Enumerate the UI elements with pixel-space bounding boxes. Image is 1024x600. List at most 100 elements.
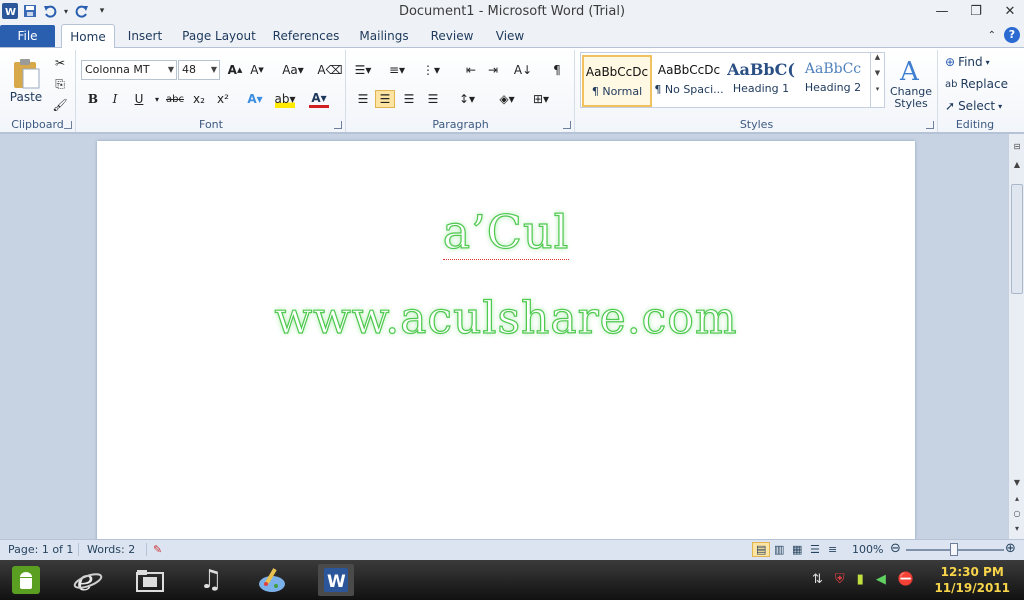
- word-count[interactable]: Words: 2: [78, 543, 135, 556]
- decrease-indent-icon[interactable]: ⇤: [461, 61, 481, 79]
- shading-icon[interactable]: ◈▾: [497, 90, 517, 108]
- scroll-down-icon[interactable]: ▼: [1011, 476, 1023, 490]
- minimize-ribbon-icon[interactable]: ⌃: [988, 30, 996, 41]
- tab-references[interactable]: References: [270, 24, 342, 48]
- change-case-icon[interactable]: Aa▾: [279, 61, 307, 79]
- tab-review[interactable]: Review: [426, 24, 478, 48]
- tab-insert[interactable]: Insert: [122, 24, 168, 48]
- outline-icon[interactable]: ☰: [810, 543, 820, 556]
- highlight-icon[interactable]: ab▾: [275, 90, 296, 108]
- zoom-level[interactable]: 100%: [852, 543, 883, 556]
- taskbar-clock[interactable]: 12:30 PM 11/19/2011: [934, 564, 1010, 596]
- scroll-up-icon[interactable]: ▲: [1011, 158, 1023, 172]
- style-no-spacing[interactable]: AaBbCcDc ¶ No Spaci...: [654, 55, 724, 107]
- document-line-1[interactable]: a’Cul: [97, 204, 915, 260]
- superscript-icon[interactable]: x²: [213, 90, 233, 108]
- font-size-select[interactable]: 48 ▼: [178, 60, 220, 80]
- font-group-label: Font: [199, 118, 223, 131]
- style-heading-1[interactable]: AaBbC( Heading 1: [726, 55, 796, 107]
- strikethrough-icon[interactable]: abc: [165, 90, 185, 108]
- align-left-icon[interactable]: ☰: [353, 90, 373, 108]
- copy-icon[interactable]: ⎘: [50, 75, 70, 93]
- cut-icon[interactable]: ✂: [50, 54, 70, 72]
- scroll-thumb[interactable]: [1011, 184, 1023, 294]
- select-browse-object-icon[interactable]: ○: [1011, 507, 1023, 521]
- document-line-2[interactable]: www.aculshare.com: [97, 292, 915, 344]
- change-styles-button[interactable]: A Change Styles: [888, 52, 934, 114]
- style-heading-1-sample: AaBbC(: [727, 60, 795, 79]
- shrink-font-icon[interactable]: A ▼: [247, 61, 267, 79]
- text-effects-icon[interactable]: A▾: [245, 90, 265, 108]
- proofing-icon[interactable]: ✎: [146, 543, 162, 556]
- web-layout-icon[interactable]: ▦: [792, 543, 802, 556]
- styles-scroll[interactable]: ▲ ▼ ▾: [870, 53, 884, 107]
- clipboard-launcher-icon[interactable]: [64, 121, 72, 129]
- line-spacing-icon[interactable]: ↕▾: [457, 90, 477, 108]
- full-screen-reading-icon[interactable]: ▥: [774, 543, 784, 556]
- replace-button[interactable]: ab Replace: [945, 75, 1008, 93]
- font-launcher-icon[interactable]: [334, 121, 342, 129]
- document-page[interactable]: a’Cul www.aculshare.com: [97, 141, 915, 541]
- page-count[interactable]: Page: 1 of 1: [8, 543, 73, 556]
- style-heading-2[interactable]: AaBbCc Heading 2: [798, 55, 868, 107]
- zoom-slider-thumb[interactable]: [950, 543, 958, 556]
- align-center-icon[interactable]: ☰: [375, 90, 395, 108]
- word-taskbar-icon[interactable]: W: [318, 564, 354, 596]
- internet-explorer-icon[interactable]: e: [72, 564, 104, 596]
- minimize-icon[interactable]: —: [934, 2, 950, 20]
- ruler-toggle-icon[interactable]: ⊟: [1011, 140, 1023, 154]
- styles-launcher-icon[interactable]: [926, 121, 934, 129]
- font-color-icon[interactable]: A▾: [309, 90, 329, 108]
- underline-icon[interactable]: U: [129, 90, 149, 108]
- bullets-icon[interactable]: ☰▾: [353, 61, 373, 79]
- style-normal[interactable]: AaBbCcDc ¶ Normal: [582, 55, 652, 107]
- align-right-icon[interactable]: ☰: [399, 90, 419, 108]
- zoom-out-icon[interactable]: ⊖: [890, 541, 901, 556]
- style-no-spacing-sample: AaBbCcDc: [657, 63, 721, 77]
- previous-page-icon[interactable]: ▴: [1011, 492, 1023, 506]
- borders-icon[interactable]: ⊞▾: [531, 90, 551, 108]
- subscript-icon[interactable]: x₂: [189, 90, 209, 108]
- network-icon[interactable]: ⇅: [812, 572, 823, 587]
- underline-dropdown-icon[interactable]: ▾: [147, 90, 167, 108]
- find-button[interactable]: ⊕ Find ▾: [945, 53, 990, 71]
- grow-font-icon[interactable]: A ▲: [225, 61, 245, 79]
- tab-file[interactable]: File: [0, 25, 55, 47]
- select-button[interactable]: ➚ Select ▾: [945, 97, 1002, 115]
- next-page-icon[interactable]: ▾: [1011, 522, 1023, 536]
- multilevel-list-icon[interactable]: ⋮▾: [421, 61, 441, 79]
- svg-text:W: W: [327, 572, 346, 592]
- bold-icon[interactable]: B: [83, 90, 103, 108]
- paste-button[interactable]: Paste: [6, 52, 46, 110]
- show-formatting-marks-icon[interactable]: ¶: [547, 61, 567, 79]
- close-icon[interactable]: ✕: [1002, 2, 1018, 20]
- help-icon[interactable]: ?: [1004, 27, 1020, 43]
- vertical-scrollbar[interactable]: ⊟ ▲ ▼ ▴ ○ ▾: [1008, 134, 1024, 539]
- notification-icon[interactable]: ⛔: [898, 572, 914, 587]
- security-icon[interactable]: ⛨: [835, 572, 845, 587]
- tab-view[interactable]: View: [490, 24, 530, 48]
- clear-formatting-icon[interactable]: A⌫: [317, 61, 342, 79]
- restore-icon[interactable]: ❐: [968, 2, 984, 20]
- sort-icon[interactable]: A↓: [513, 61, 533, 79]
- paint-icon[interactable]: [256, 564, 288, 596]
- italic-icon[interactable]: I: [105, 90, 125, 108]
- zoom-in-icon[interactable]: ⊕: [1005, 541, 1016, 556]
- justify-icon[interactable]: ☰: [423, 90, 443, 108]
- increase-indent-icon[interactable]: ⇥: [483, 61, 503, 79]
- numbering-icon[interactable]: ≡▾: [387, 61, 407, 79]
- paragraph-launcher-icon[interactable]: [563, 121, 571, 129]
- android-icon[interactable]: [10, 564, 42, 596]
- tab-home[interactable]: Home: [61, 24, 115, 48]
- battery-icon[interactable]: ▮: [857, 572, 864, 587]
- print-layout-icon[interactable]: ▤: [752, 542, 771, 557]
- format-painter-icon[interactable]: 🖌: [50, 96, 70, 114]
- font-family-select[interactable]: Colonna MT ▼: [81, 60, 177, 80]
- draft-icon[interactable]: ≡: [828, 543, 837, 556]
- tab-page-layout[interactable]: Page Layout: [181, 24, 257, 48]
- volume-icon[interactable]: ◀: [876, 572, 886, 587]
- file-manager-icon[interactable]: [134, 564, 166, 596]
- tab-mailings[interactable]: Mailings: [355, 24, 413, 48]
- editing-group: ⊕ Find ▾ ab Replace ➚ Select ▾ Editing: [939, 50, 1011, 132]
- music-icon[interactable]: ♫: [195, 564, 227, 596]
